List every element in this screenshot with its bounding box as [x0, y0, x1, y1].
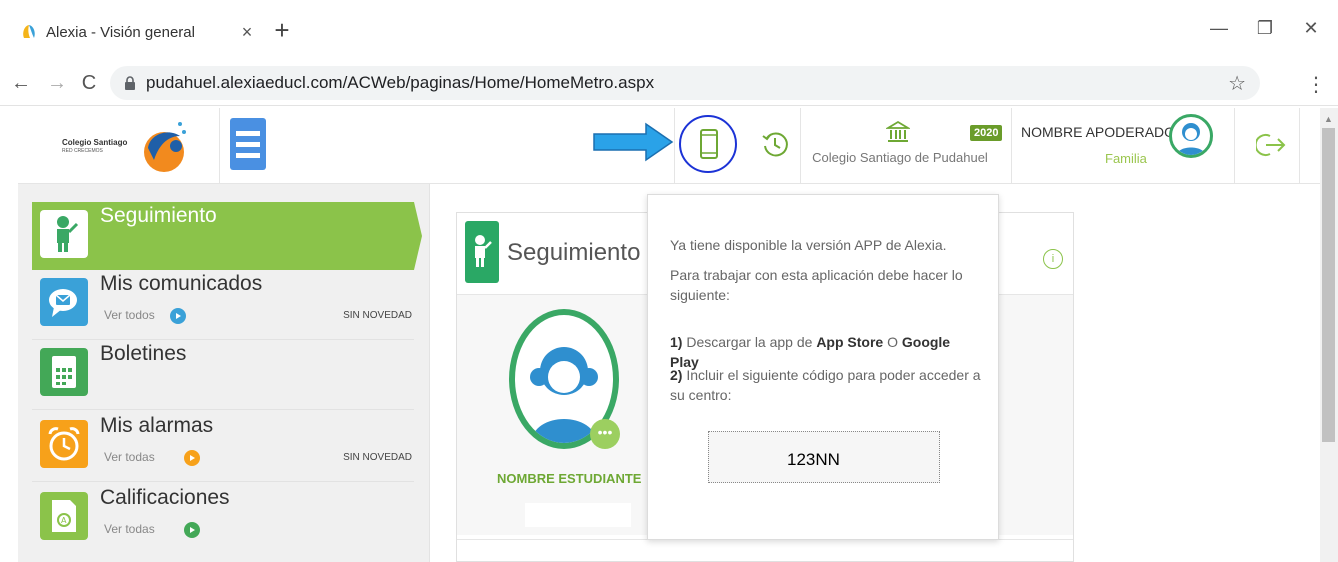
logo-area: Colegio Santiago RED CRECEMOS	[18, 108, 220, 183]
sidebar-item-alarmas[interactable]: Mis alarmas Ver todas SIN NOVEDAD	[32, 412, 414, 482]
avatar	[1169, 114, 1213, 158]
history-clock-icon	[762, 132, 788, 157]
view-all-link[interactable]: Ver todas	[104, 450, 155, 464]
sidebar-item-boletines[interactable]: Boletines	[32, 340, 414, 410]
svg-text:A: A	[61, 516, 67, 525]
logo-text: Colegio Santiago	[62, 138, 128, 147]
back-button[interactable]: ←	[8, 72, 34, 95]
forward-button[interactable]: →	[44, 72, 70, 95]
status-badge: SIN NOVEDAD	[343, 452, 412, 463]
tab-close-icon[interactable]: ×	[234, 22, 260, 43]
view-all-link[interactable]: Ver todas	[104, 522, 155, 536]
view-all-link[interactable]: Ver todos	[104, 308, 155, 322]
logo-subtext: RED CRECEMOS	[62, 148, 103, 154]
card-title: Seguimiento	[507, 239, 641, 266]
sidebar-item-label: Seguimiento	[100, 204, 217, 227]
lock-icon	[125, 76, 135, 90]
browser-tab-bar: Alexia - Visión general × + — ❐ ✕	[0, 0, 1338, 60]
access-code: 123NN	[787, 450, 840, 469]
tracking-icon	[40, 210, 88, 258]
student-detail-box	[525, 503, 631, 527]
bookmark-star-icon[interactable]: ☆	[1228, 71, 1246, 96]
popup-line-instructions: Para trabajar con esta aplicación debe h…	[670, 267, 963, 303]
access-code-box[interactable]: 123NN	[708, 431, 940, 483]
menu-toggle-button[interactable]	[230, 118, 266, 170]
mobile-phone-icon	[700, 129, 718, 159]
step-2-number: 2)	[670, 367, 683, 383]
grades-icon: A	[40, 492, 88, 540]
sidebar-item-label: Calificaciones	[100, 486, 230, 509]
browser-menu-icon[interactable]: ⋮	[1306, 72, 1326, 97]
sidebar: Seguimiento Mis comunicados Ver todos SI…	[18, 184, 430, 562]
scroll-up-arrow-icon[interactable]: ▲	[1324, 114, 1333, 124]
restore-button[interactable]: ❐	[1250, 18, 1280, 39]
logout-button[interactable]	[1236, 108, 1300, 183]
arrow-pointer-icon	[593, 122, 674, 162]
popup-line-available: Ya tiene disponible la versión APP de Al…	[670, 237, 947, 253]
sidebar-item-label: Mis alarmas	[100, 414, 214, 437]
step-1-text: Descargar la app de	[686, 334, 813, 350]
tracking-icon	[465, 221, 499, 283]
logout-icon	[1256, 134, 1286, 156]
address-bar[interactable]: pudahuel.alexiaeducl.com/ACWeb/paginas/H…	[110, 66, 1260, 100]
minimize-button[interactable]: —	[1204, 18, 1234, 39]
mobile-app-popup: Ya tiene disponible la versión APP de Al…	[647, 194, 999, 540]
user-avatar-icon	[1177, 123, 1205, 155]
page-scrollbar[interactable]: ▲	[1320, 108, 1338, 562]
student-name: NOMBRE ESTUDIANTE	[497, 471, 642, 486]
tab-title: Alexia - Visión general	[46, 23, 195, 41]
user-profile[interactable]: NOMBRE APODERADO Familia	[1013, 108, 1235, 183]
go-arrow-icon[interactable]	[184, 522, 200, 538]
step-1-or: O	[887, 334, 898, 350]
popup-step-2: 2) Incluir el siguiente código para pode…	[670, 365, 982, 405]
parent-name: NOMBRE APODERADO	[1021, 124, 1176, 140]
reload-button[interactable]: C	[76, 72, 102, 95]
chat-bubble-icon[interactable]: •••	[590, 419, 620, 449]
browser-toolbar: ← → C pudahuel.alexiaeducl.com/ACWeb/pag…	[0, 60, 1338, 106]
url-text: pudahuel.alexiaeducl.com/ACWeb/paginas/H…	[146, 73, 655, 92]
status-badge: SIN NOVEDAD	[343, 310, 412, 321]
close-window-button[interactable]: ✕	[1296, 18, 1326, 39]
go-arrow-icon[interactable]	[184, 450, 200, 466]
history-button[interactable]	[745, 108, 801, 183]
school-name: Colegio Santiago de Pudahuel	[812, 150, 988, 165]
institution-building-icon	[886, 120, 910, 142]
card-footer	[457, 539, 1073, 561]
sidebar-item-seguimiento[interactable]: Seguimiento	[32, 202, 422, 270]
app-header: Colegio Santiago RED CRECEMOS 2020 Coleg…	[18, 108, 1320, 184]
step-2-text: Incluir el siguiente código para poder a…	[670, 367, 981, 403]
mobile-app-button[interactable]	[674, 108, 744, 183]
sidebar-item-label: Mis comunicados	[100, 272, 263, 295]
alexia-favicon-icon	[23, 25, 35, 38]
info-icon[interactable]: i	[1043, 249, 1063, 269]
messages-icon	[40, 278, 88, 326]
sidebar-item-comunicados[interactable]: Mis comunicados Ver todos SIN NOVEDAD	[32, 270, 414, 340]
browser-tab[interactable]: Alexia - Visión general ×	[8, 8, 260, 56]
step-1-number: 1)	[670, 334, 683, 350]
alarm-clock-icon	[40, 420, 88, 468]
sidebar-item-label: Boletines	[100, 342, 187, 365]
new-tab-button[interactable]: +	[268, 16, 296, 44]
parent-role: Familia	[1105, 151, 1147, 166]
sidebar-item-calificaciones[interactable]: A Calificaciones Ver todas	[32, 484, 414, 554]
year-badge: 2020	[970, 125, 1003, 141]
report-card-icon	[40, 348, 88, 396]
scroll-thumb[interactable]	[1322, 128, 1335, 442]
school-logo[interactable]: Colegio Santiago RED CRECEMOS	[62, 116, 192, 176]
go-arrow-icon[interactable]	[170, 308, 186, 324]
school-selector[interactable]: 2020 Colegio Santiago de Pudahuel	[802, 108, 1012, 183]
school-logo-mark-icon	[144, 122, 186, 172]
app-store-label[interactable]: App Store	[816, 334, 883, 350]
